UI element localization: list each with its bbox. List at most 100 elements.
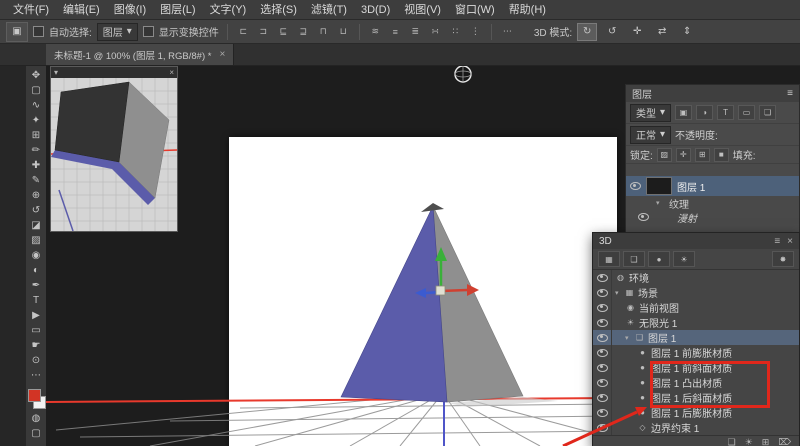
3d-pan-mode-icon[interactable]: ✛ bbox=[627, 23, 647, 41]
edit-toolbar-icon[interactable]: ⋯ bbox=[27, 368, 45, 383]
document-tab[interactable]: 未标题-1 @ 100% (图层 1, RGB/8#) * × bbox=[46, 44, 234, 65]
quick-mask-icon[interactable]: ◍ bbox=[27, 411, 45, 426]
tool-preset-icon[interactable]: ▣ bbox=[6, 22, 28, 42]
filter-pixel-icon[interactable]: ▣ bbox=[675, 105, 692, 120]
close-icon[interactable]: × bbox=[169, 67, 174, 78]
marquee-tool-icon[interactable]: ▢ bbox=[27, 83, 45, 98]
healing-tool-icon[interactable]: ✚ bbox=[27, 158, 45, 173]
history-brush-tool-icon[interactable]: ↺ bbox=[27, 203, 45, 218]
menu-item-file[interactable]: 文件(F) bbox=[6, 0, 56, 20]
lock-all-icon[interactable]: ■ bbox=[714, 148, 729, 162]
3d-row-layer1-mesh[interactable]: ▾ ❑ 图层 1 bbox=[593, 330, 799, 345]
move-tool-icon[interactable]: ✥ bbox=[27, 68, 45, 83]
filter-materials-icon[interactable]: ● bbox=[648, 251, 670, 267]
panel-menu-icon[interactable]: ≡ bbox=[787, 88, 793, 99]
layer-name[interactable]: 图层 1 bbox=[677, 179, 705, 194]
hand-tool-icon[interactable]: ☛ bbox=[27, 338, 45, 353]
new-light-icon[interactable]: ☀ bbox=[745, 437, 753, 446]
menu-item-edit[interactable]: 编辑(E) bbox=[56, 0, 107, 20]
filter-meshes-icon[interactable]: ❑ bbox=[623, 251, 645, 267]
layers-panel-title[interactable]: 图层 bbox=[632, 86, 652, 101]
menu-item-3d[interactable]: 3D(D) bbox=[354, 0, 397, 20]
eyedropper-tool-icon[interactable]: ✏ bbox=[27, 143, 45, 158]
light-bulb-icon[interactable]: ✸ bbox=[772, 251, 794, 267]
3d-row-scene[interactable]: ▾ ▦ 场景 bbox=[593, 285, 799, 300]
foreground-color-swatch[interactable] bbox=[28, 389, 41, 402]
filter-type-dropdown[interactable]: 类型 ▾ bbox=[630, 104, 671, 122]
distribute-right-icon[interactable]: ⋮ bbox=[468, 25, 483, 39]
secondary-view[interactable]: ▾ × bbox=[50, 66, 178, 232]
distribute-top-icon[interactable]: ≋ bbox=[368, 25, 383, 39]
mesh-face-right[interactable] bbox=[433, 206, 523, 402]
camera-orbit-widget[interactable] bbox=[455, 66, 471, 82]
auto-select-checkbox[interactable] bbox=[33, 26, 44, 37]
gradient-tool-icon[interactable]: ▨ bbox=[27, 233, 45, 248]
brush-tool-icon[interactable]: ✎ bbox=[27, 173, 45, 188]
show-transform-checkbox[interactable] bbox=[143, 26, 154, 37]
delete-icon[interactable]: ⌦ bbox=[778, 437, 791, 446]
eye-icon[interactable] bbox=[630, 182, 641, 190]
align-right-icon[interactable]: ⊑ bbox=[276, 25, 291, 39]
auto-select-target-dropdown[interactable]: 图层 ▾ bbox=[97, 23, 138, 41]
diffuse-texture-row[interactable]: 漫射 bbox=[626, 210, 799, 224]
expander-icon[interactable]: ▾ bbox=[615, 289, 624, 297]
pen-tool-icon[interactable]: ✒ bbox=[27, 278, 45, 293]
menu-item-type[interactable]: 文字(Y) bbox=[203, 0, 254, 20]
close-icon[interactable]: × bbox=[219, 49, 225, 60]
align-bottom-icon[interactable]: ⊔ bbox=[336, 25, 351, 39]
visibility-toggle[interactable] bbox=[593, 345, 612, 360]
3d-zoom-mode-icon[interactable]: ⇕ bbox=[677, 23, 697, 41]
visibility-toggle[interactable] bbox=[593, 270, 612, 285]
3d-row-environment[interactable]: ◍ 环境 bbox=[593, 270, 799, 285]
lasso-tool-icon[interactable]: ∿ bbox=[27, 98, 45, 113]
align-middle-icon[interactable]: ⊓ bbox=[316, 25, 331, 39]
menu-item-window[interactable]: 窗口(W) bbox=[448, 0, 502, 20]
mesh-face-left[interactable] bbox=[341, 206, 447, 402]
menu-item-filter[interactable]: 滤镜(T) bbox=[304, 0, 354, 20]
3d-panel-title[interactable]: 3D bbox=[599, 236, 612, 247]
menu-item-image[interactable]: 图像(I) bbox=[107, 0, 153, 20]
lock-position-icon[interactable]: ⊞ bbox=[695, 148, 710, 162]
close-icon[interactable]: × bbox=[787, 236, 793, 247]
distribute-center-icon[interactable]: ∷ bbox=[448, 25, 463, 39]
distribute-bottom-icon[interactable]: ≣ bbox=[408, 25, 423, 39]
filter-smart-object-icon[interactable]: ❏ bbox=[759, 105, 776, 120]
blend-mode-dropdown[interactable]: 正常 ▾ bbox=[630, 126, 671, 144]
expander-icon[interactable]: ▾ bbox=[625, 334, 634, 342]
3d-row-front-inflation-material[interactable]: ● 图层 1 前膨胀材质 bbox=[593, 345, 799, 360]
duplicate-icon[interactable]: ⊞ bbox=[762, 437, 770, 446]
visibility-toggle[interactable] bbox=[593, 300, 612, 315]
3d-orbit-mode-icon[interactable]: ↻ bbox=[577, 23, 597, 41]
3d-row-infinite-light[interactable]: ☀ 无限光 1 bbox=[593, 315, 799, 330]
dodge-tool-icon[interactable]: ◐ bbox=[27, 263, 45, 278]
crop-tool-icon[interactable]: ⊞ bbox=[27, 128, 45, 143]
3d-row-current-view[interactable]: ◉ 当前视图 bbox=[593, 300, 799, 315]
filter-lights-icon[interactable]: ☀ bbox=[673, 251, 695, 267]
lock-pixels-icon[interactable]: ✛ bbox=[676, 148, 691, 162]
blur-tool-icon[interactable]: ◉ bbox=[27, 248, 45, 263]
texture-group-row[interactable]: ▾ 纹理 bbox=[626, 196, 799, 210]
lock-transparency-icon[interactable]: ▨ bbox=[657, 148, 672, 162]
type-tool-icon[interactable]: T bbox=[27, 293, 45, 308]
align-center-icon[interactable]: ⊐ bbox=[256, 25, 271, 39]
menu-item-layer[interactable]: 图层(L) bbox=[153, 0, 202, 20]
quick-select-tool-icon[interactable]: ✦ bbox=[27, 113, 45, 128]
chevron-down-icon[interactable]: ▾ bbox=[54, 67, 58, 78]
clone-stamp-tool-icon[interactable]: ⊕ bbox=[27, 188, 45, 203]
filter-scene-icon[interactable]: ▦ bbox=[598, 251, 620, 267]
filter-type-icon[interactable]: T bbox=[717, 105, 734, 120]
menu-item-view[interactable]: 视图(V) bbox=[397, 0, 448, 20]
visibility-toggle[interactable] bbox=[593, 360, 612, 375]
filter-shape-icon[interactable]: ▭ bbox=[738, 105, 755, 120]
align-left-icon[interactable]: ⊏ bbox=[236, 25, 251, 39]
expander-icon[interactable]: ▾ bbox=[656, 199, 665, 207]
filter-adjustment-icon[interactable]: ◑ bbox=[696, 105, 713, 120]
shape-tool-icon[interactable]: ▭ bbox=[27, 323, 45, 338]
more-options-icon[interactable]: ⋯ bbox=[500, 25, 515, 39]
new-item-icon[interactable]: ❑ bbox=[728, 437, 736, 446]
align-top-icon[interactable]: ⊒ bbox=[296, 25, 311, 39]
3d-roll-mode-icon[interactable]: ↺ bbox=[602, 23, 622, 41]
path-select-tool-icon[interactable]: ▶ bbox=[27, 308, 45, 323]
distribute-left-icon[interactable]: ∺ bbox=[428, 25, 443, 39]
visibility-toggle[interactable] bbox=[593, 375, 612, 390]
